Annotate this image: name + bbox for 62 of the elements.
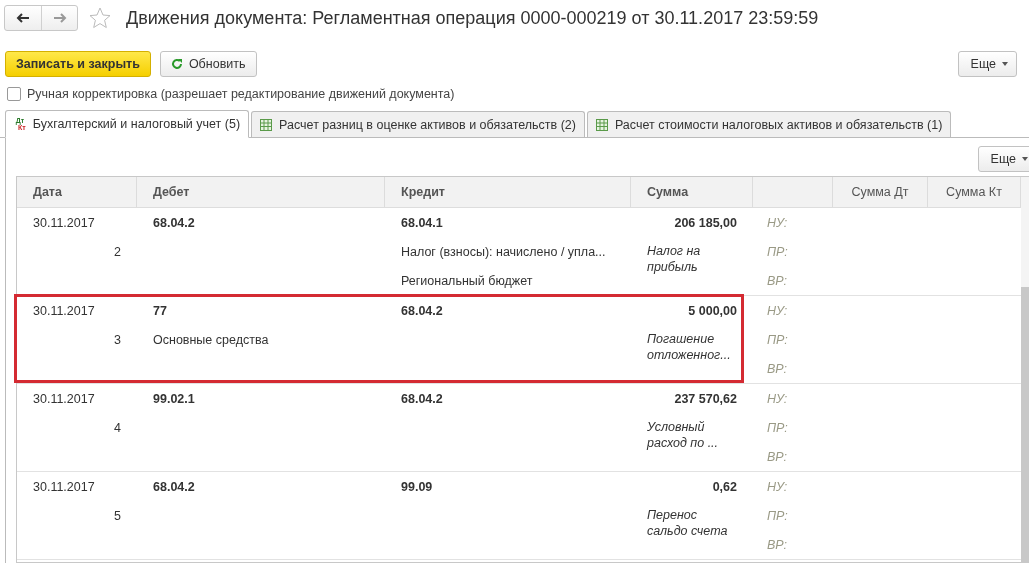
refresh-icon [170, 57, 183, 70]
credit-subaccount: Налог (взносы): начислено / упла... [400, 243, 607, 261]
accounting-label: ВР: [766, 448, 788, 466]
checkbox-label: Ручная корректировка (разрешает редактирование движений документа) [27, 87, 455, 101]
accounting-label: ВР: [766, 536, 788, 554]
more-button[interactable]: Еще [977, 146, 1029, 172]
credit-account: 99.09 [400, 478, 434, 496]
row-number: 5 [113, 507, 122, 525]
content-text: Погашение отложенног... [646, 331, 732, 364]
column-header[interactable]: Сумма Дт [833, 177, 928, 207]
accounting-label: ПР: [766, 331, 789, 349]
amount-cell-text: 0,62 [711, 478, 738, 496]
credit-account: 68.04.2 [400, 302, 444, 320]
accounting-label: ВР: [766, 272, 788, 290]
row-number: 2 [113, 243, 122, 261]
amount-cell-text: 5 000,00 [687, 302, 738, 320]
tab[interactable]: Расчет стоимости налоговых активов и обязательств (1) [586, 111, 952, 137]
left-arrow-icon [16, 13, 30, 23]
column-header[interactable]: Дебет [137, 177, 385, 207]
date-cell-text: 30.11.2017 [32, 390, 96, 408]
table-icon [595, 118, 608, 131]
window-title: Движения документа: Регламентная операция 0000-000219 от 30.11.2017 23:59:59 [126, 7, 819, 29]
debit-account: 68.04.2 [152, 214, 196, 232]
column-header[interactable]: Кредит [385, 177, 631, 207]
debit-subaccount: Основные средства [152, 331, 270, 349]
debit-account: 99.02.1 [152, 390, 196, 408]
credit-account: 68.04.2 [400, 390, 444, 408]
date-cell-text: 30.11.2017 [32, 214, 96, 232]
accounting-label: НУ: [766, 478, 789, 496]
debit-account: 77 [152, 302, 168, 320]
more-button[interactable]: Еще [957, 50, 1017, 77]
accounting-label: ПР: [766, 419, 789, 437]
column-header[interactable]: Сумма [631, 177, 753, 207]
right-arrow-icon [52, 13, 67, 23]
refresh-button[interactable]: Обновить [159, 50, 257, 77]
row-number: 4 [113, 419, 122, 437]
accounting-label: НУ: [766, 302, 789, 320]
content-text: Условный расход по ... [645, 419, 720, 452]
date-cell-text: 30.11.2017 [32, 478, 96, 496]
date-cell-text: 30.11.2017 [32, 302, 96, 320]
accounting-label: ПР: [766, 507, 789, 525]
scrollbar[interactable] [1021, 177, 1029, 562]
accounting-label: ВР: [766, 360, 788, 378]
amount-cell-text: 237 570,62 [673, 390, 738, 408]
credit-account: 68.04.1 [400, 214, 444, 232]
accounting-label: ПР: [766, 243, 789, 261]
accounting-label: НУ: [766, 214, 789, 232]
row-number: 3 [113, 331, 122, 349]
column-header[interactable]: Дата [17, 177, 137, 207]
caret-icon [1022, 157, 1028, 161]
content-text: Налог на прибыль [646, 243, 702, 276]
save-close-button[interactable]: Записать и закрыть [5, 50, 151, 77]
checkbox[interactable] [7, 87, 21, 101]
debit-account: 68.04.2 [152, 478, 196, 496]
tab[interactable]: Расчет разниц в оценке активов и обязательств (2) [251, 111, 585, 137]
star-icon[interactable] [88, 6, 112, 30]
table-icon [260, 118, 273, 131]
caret-icon [1002, 61, 1008, 66]
credit-subaccount: Региональный бюджет [400, 272, 534, 290]
content-text: Перенос сальдо счета [646, 507, 729, 540]
accounting-label: НУ: [766, 390, 789, 408]
amount-cell-text: 206 185,00 [673, 214, 738, 232]
